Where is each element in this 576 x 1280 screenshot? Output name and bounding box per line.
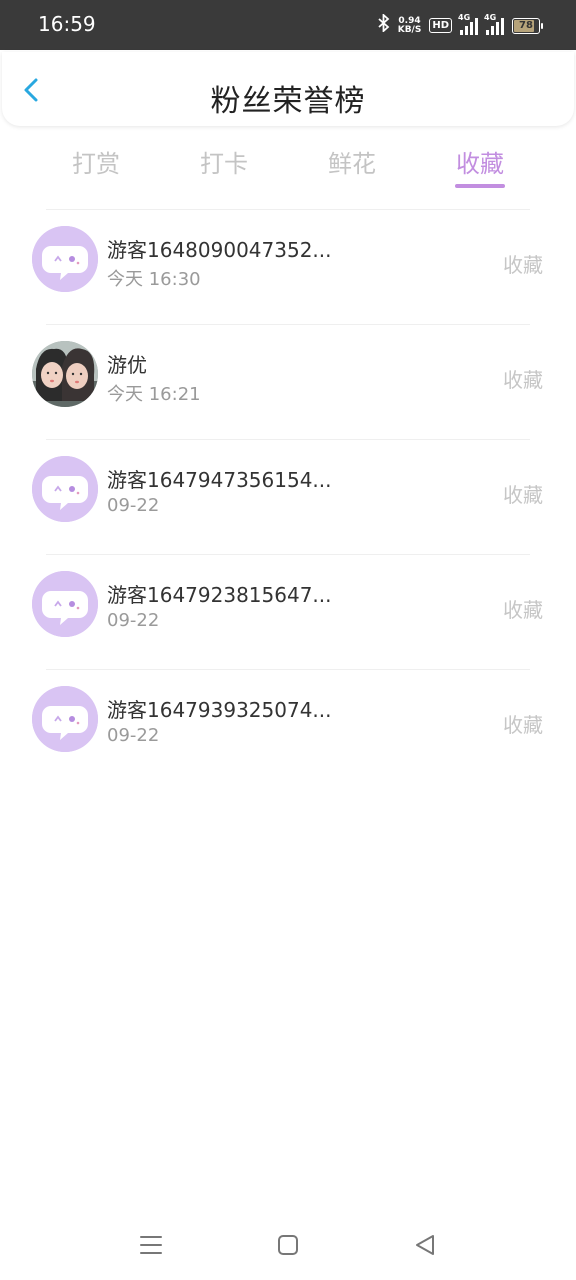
- list-item-time: 09-22: [107, 725, 160, 746]
- system-nav-bar: [0, 1220, 576, 1280]
- status-time: 16:59: [38, 12, 96, 36]
- default-avatar-icon: [32, 456, 98, 522]
- status-icons: 0.94 KB/S HD 4G 4G 78: [378, 12, 543, 37]
- tab-favorites[interactable]: 收藏: [430, 144, 530, 179]
- signal-icon-1: 4G: [458, 13, 478, 35]
- header: 粉丝荣誉榜: [2, 52, 574, 126]
- avatar: [32, 226, 98, 292]
- list-item-action: 收藏: [503, 253, 543, 277]
- list-item-action: 收藏: [503, 598, 543, 622]
- list-item-name: 游客1648090047352...: [107, 238, 332, 262]
- tab-active-indicator: [455, 184, 505, 188]
- avatar: [32, 456, 98, 522]
- list-item-time: 今天 16:30: [107, 269, 201, 290]
- network-speed-unit: KB/S: [397, 24, 422, 35]
- tab-flowers[interactable]: 鲜花: [302, 144, 402, 179]
- status-bar: 16:59 0.94 KB/S HD 4G 4G 78: [0, 0, 576, 50]
- list-item[interactable]: 游客1647939325074... 09-22 收藏: [0, 669, 576, 783]
- signal-label-2: 4G: [484, 12, 497, 22]
- avatar: [32, 571, 98, 637]
- list-item-name: 游客1647939325074...: [107, 698, 332, 722]
- bluetooth-icon: [378, 12, 390, 37]
- battery-value: 78: [519, 20, 533, 31]
- list-item-action: 收藏: [503, 483, 543, 507]
- list-item-time: 09-22: [107, 610, 160, 631]
- list-item-action: 收藏: [503, 368, 543, 392]
- menu-button[interactable]: [138, 1232, 164, 1258]
- list-item[interactable]: 游客1648090047352... 今天 16:30 收藏: [0, 209, 576, 323]
- home-square-icon: [278, 1235, 298, 1255]
- network-speed: 0.94 KB/S: [397, 16, 422, 35]
- back-triangle-icon: [416, 1235, 434, 1255]
- list-item-name: 游优: [107, 353, 147, 377]
- hd-icon: HD: [429, 18, 452, 33]
- menu-icon: [140, 1236, 162, 1254]
- list-item[interactable]: 游优 今天 16:21 收藏: [0, 324, 576, 438]
- tab-checkin[interactable]: 打卡: [174, 144, 274, 179]
- list-item-name: 游客1647947356154...: [107, 468, 332, 492]
- default-avatar-icon: [32, 226, 98, 292]
- system-back-button[interactable]: [412, 1232, 438, 1258]
- home-button[interactable]: [275, 1232, 301, 1258]
- list-item-time: 今天 16:21: [107, 384, 201, 405]
- battery-icon: 78: [512, 17, 543, 34]
- list-item-action: 收藏: [503, 713, 543, 737]
- default-avatar-icon: [32, 686, 98, 752]
- list-item[interactable]: 游客1647923815647... 09-22 收藏: [0, 554, 576, 668]
- signal-icon-2: 4G: [484, 13, 504, 35]
- list-item[interactable]: 游客1647947356154... 09-22 收藏: [0, 439, 576, 553]
- list-item-time: 09-22: [107, 495, 160, 516]
- list-item-name: 游客1647923815647...: [107, 583, 332, 607]
- page-title: 粉丝荣誉榜: [210, 84, 366, 119]
- photo-avatar-icon: [32, 341, 98, 407]
- avatar: [32, 341, 98, 407]
- tab-bar: 打赏 打卡 鲜花 收藏: [0, 140, 576, 200]
- screen: 16:59 0.94 KB/S HD 4G 4G 78 粉丝荣誉榜 打赏 打卡 …: [0, 0, 576, 1280]
- tab-reward[interactable]: 打赏: [46, 144, 146, 179]
- default-avatar-icon: [32, 571, 98, 637]
- signal-label-1: 4G: [458, 12, 471, 22]
- avatar: [32, 686, 98, 752]
